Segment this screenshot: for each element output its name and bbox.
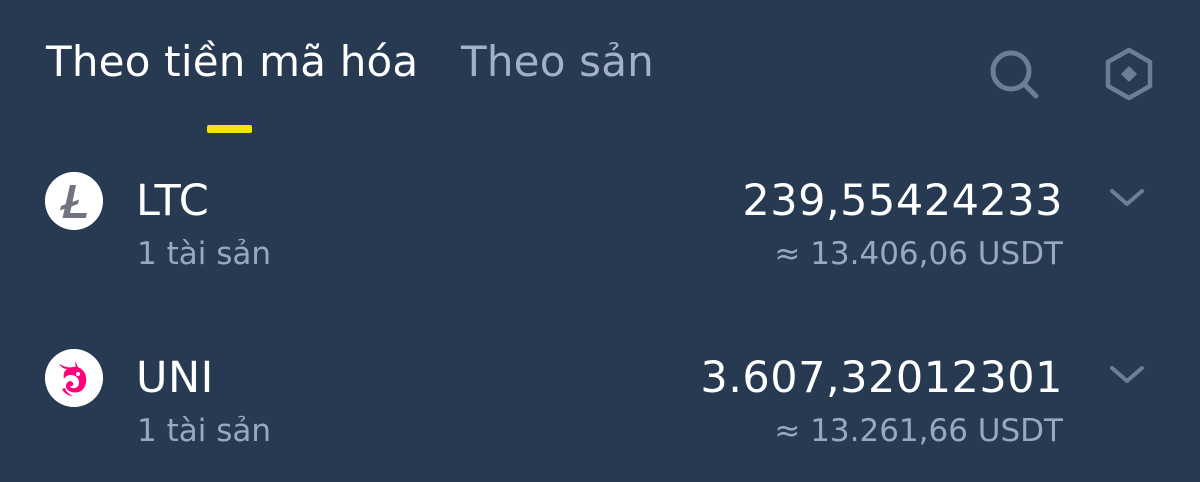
asset-symbol: UNI <box>136 353 214 403</box>
chevron-down-icon[interactable] <box>1107 182 1147 212</box>
asset-fiat-value: ≈ 13.261,66 USDT <box>774 413 1063 449</box>
tab-bar: Theo tiền mã hóa Theo sản <box>0 0 1200 140</box>
asset-subtitle: 1 tài sản <box>137 236 271 272</box>
asset-row-uni[interactable]: UNI 1 tài sản 3.607,32012301 ≈ 13.261,66… <box>0 345 1200 465</box>
active-tab-indicator <box>207 125 252 133</box>
asset-symbol: LTC <box>136 176 210 226</box>
chevron-down-icon[interactable] <box>1107 359 1147 389</box>
tab-by-exchange[interactable]: Theo sản <box>461 36 654 88</box>
asset-subtitle: 1 tài sản <box>137 413 271 449</box>
tab-by-crypto[interactable]: Theo tiền mã hóa <box>46 36 418 88</box>
hexagon-settings-icon[interactable] <box>1101 46 1157 102</box>
search-icon[interactable] <box>986 46 1042 102</box>
asset-amount: 239,55424233 <box>742 176 1063 226</box>
asset-row-ltc[interactable]: LTC 1 tài sản 239,55424233 ≈ 13.406,06 U… <box>0 168 1200 288</box>
litecoin-logo-icon <box>45 172 103 230</box>
asset-amount: 3.607,32012301 <box>700 353 1063 403</box>
asset-fiat-value: ≈ 13.406,06 USDT <box>774 236 1063 272</box>
uniswap-unicorn-logo-icon <box>45 349 103 407</box>
